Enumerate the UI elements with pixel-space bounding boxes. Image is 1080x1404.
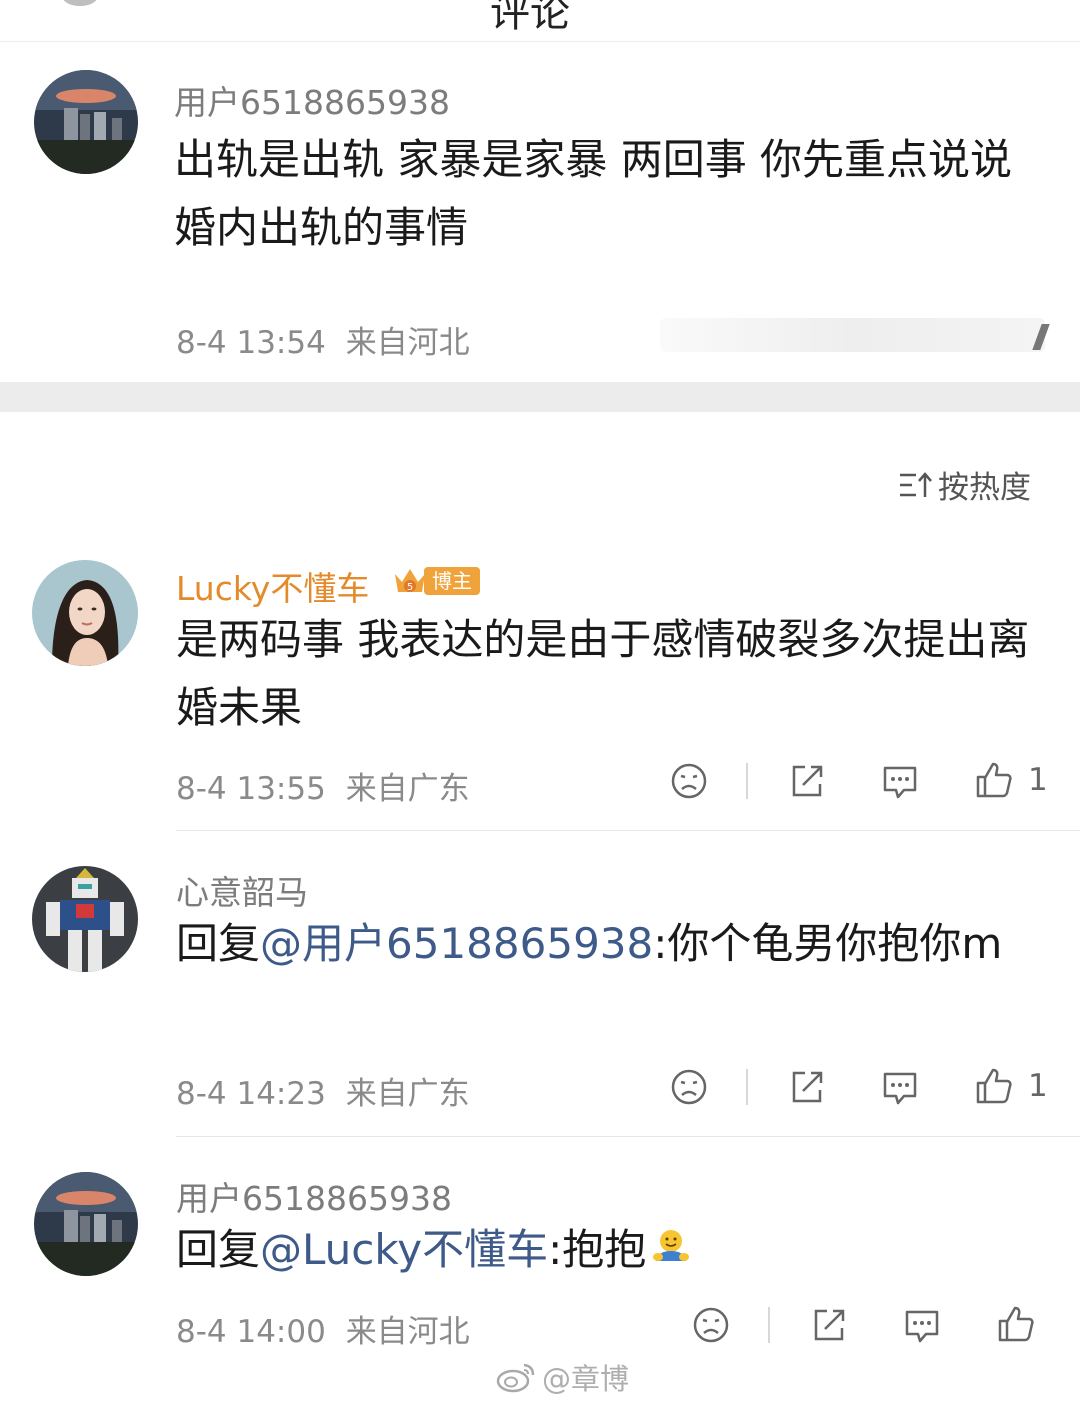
post-time: 8-4 13:54 xyxy=(176,325,326,361)
comment-divider xyxy=(176,830,1080,831)
hug-emoji-icon xyxy=(650,1219,692,1287)
share-icon xyxy=(792,1071,823,1103)
comment-author-name[interactable]: 心意韶马 xyxy=(176,866,308,914)
comment-button[interactable] xyxy=(880,762,920,800)
comment-location: 来自广东 xyxy=(345,771,470,807)
back-icon[interactable] xyxy=(62,0,98,6)
avatar-robot-image xyxy=(32,866,138,972)
section-divider xyxy=(0,382,1080,412)
sort-hot-icon xyxy=(900,471,932,497)
like-button[interactable]: 1 xyxy=(974,1066,1048,1106)
crown-icon: 5 xyxy=(395,569,425,593)
share-icon xyxy=(792,765,823,797)
mention-link[interactable]: @用户6518865938 xyxy=(260,919,653,968)
dislike-button[interactable] xyxy=(670,1068,708,1106)
sort-label: 按热度 xyxy=(938,470,1031,506)
share-button[interactable] xyxy=(788,1068,826,1106)
action-separator xyxy=(746,1069,748,1105)
share-icon xyxy=(814,1309,845,1341)
comment-time: 8-4 13:55 xyxy=(176,771,326,807)
comment-button[interactable] xyxy=(902,1306,942,1344)
comment-meta: 8-4 13:55 来自广东 xyxy=(176,763,470,808)
post-content: 出轨是出轨 家暴是家暴 两回事 你先重点说说婚内出轨的事情 xyxy=(174,135,1013,252)
avatar[interactable] xyxy=(32,866,138,972)
post-location: 来自河北 xyxy=(345,325,470,361)
sort-button[interactable]: 按热度 xyxy=(898,462,1031,507)
blogger-badge: 5 博主 xyxy=(392,564,480,598)
comment-meta: 8-4 14:23 来自广东 xyxy=(176,1068,470,1113)
thumbs-up-icon xyxy=(976,1068,1012,1104)
action-separator xyxy=(746,763,748,799)
comment-bubble-icon xyxy=(905,1310,939,1343)
reply-prefix: 回复 xyxy=(176,1225,261,1274)
thumbs-up-icon xyxy=(976,762,1012,798)
comment-location: 来自河北 xyxy=(345,1314,470,1350)
avatar-city-sunset-image xyxy=(34,1172,138,1276)
comment-bubble-icon xyxy=(883,1072,917,1105)
top-header: 评论 xyxy=(0,0,1080,42)
watermark-text: @章博 xyxy=(542,1362,630,1396)
share-button[interactable] xyxy=(788,762,826,800)
header-title: 评论 xyxy=(490,0,570,36)
sad-face-icon xyxy=(671,1069,707,1105)
blurred-actions xyxy=(660,318,1050,352)
comment-author-name[interactable]: Lucky不懂车 xyxy=(176,562,369,610)
comment-bubble-icon xyxy=(883,766,917,799)
comment-content: 回复@Lucky不懂车:抱抱 xyxy=(176,1216,1036,1287)
comment-divider xyxy=(176,1136,1080,1137)
mention-link[interactable]: @Lucky不懂车 xyxy=(260,1225,548,1274)
comment-text: :你个龟男你抱你m xyxy=(653,919,1003,968)
comment-content: 是两码事 我表达的是由于感情破裂多次提出离婚未果 xyxy=(176,615,1030,732)
avatar[interactable] xyxy=(34,70,138,174)
action-separator xyxy=(768,1307,770,1343)
comment-content: 回复@用户6518865938:你个龟男你抱你m xyxy=(176,910,1016,978)
comment-author-name[interactable]: 用户6518865938 xyxy=(176,1172,452,1220)
comment-button[interactable] xyxy=(880,1068,920,1106)
share-button[interactable] xyxy=(810,1306,848,1344)
avatar[interactable] xyxy=(32,560,138,666)
like-button[interactable] xyxy=(996,1304,1050,1344)
reply-prefix: 回复 xyxy=(176,919,261,968)
avatar-woman-portrait-image xyxy=(32,560,138,666)
like-count: 1 xyxy=(1028,762,1048,798)
sad-face-icon xyxy=(693,1307,729,1343)
post-meta: 8-4 13:54 来自河北 xyxy=(176,317,470,362)
weibo-icon xyxy=(496,1363,535,1393)
avatar[interactable] xyxy=(34,1172,138,1276)
dislike-button[interactable] xyxy=(692,1306,730,1344)
comment-time: 8-4 14:23 xyxy=(176,1076,326,1112)
comment-time: 8-4 14:00 xyxy=(176,1314,326,1350)
comment-text: :抱抱 xyxy=(548,1225,647,1274)
badge-label: 博主 xyxy=(424,567,480,595)
sad-face-icon xyxy=(671,763,707,799)
dislike-button[interactable] xyxy=(670,762,708,800)
avatar-city-sunset-image xyxy=(34,70,138,174)
like-button[interactable]: 1 xyxy=(974,760,1048,800)
thumbs-up-icon xyxy=(998,1306,1034,1342)
post-author-name[interactable]: 用户6518865938 xyxy=(174,76,450,124)
svg-text:5: 5 xyxy=(407,582,413,593)
watermark: @章博 xyxy=(496,1356,629,1398)
comment-meta: 8-4 14:00 来自河北 xyxy=(176,1306,470,1351)
like-count: 1 xyxy=(1028,1068,1048,1104)
comment-location: 来自广东 xyxy=(345,1076,470,1112)
